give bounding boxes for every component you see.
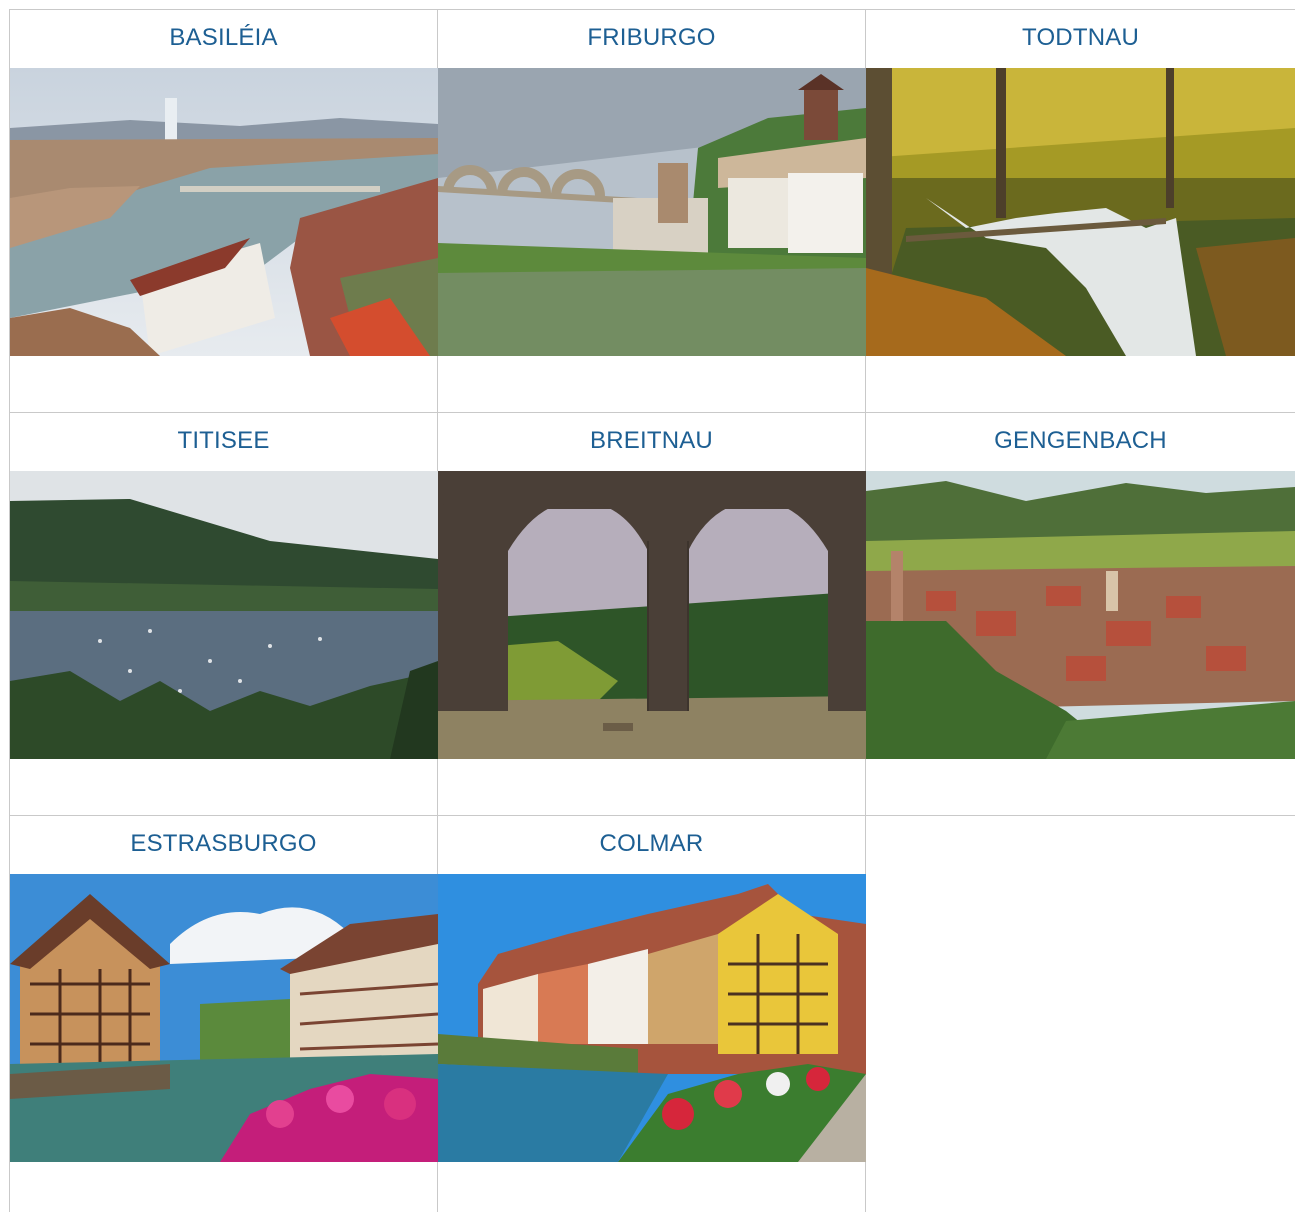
destination-photo-gengenbach[interactable]	[866, 471, 1295, 759]
destination-title-link[interactable]: GENGENBACH	[866, 413, 1295, 471]
destination-photo-estrasburgo[interactable]	[10, 874, 438, 1162]
destination-photo-colmar[interactable]	[438, 874, 866, 1162]
destination-title-link[interactable]: BREITNAU	[438, 413, 865, 471]
destination-card-basileia: BASILÉIA	[10, 10, 438, 413]
destination-title-link[interactable]: ESTRASBURGO	[10, 816, 437, 874]
destination-photo-breitnau[interactable]	[438, 471, 866, 759]
destination-card-todtnau: TODTNAU	[866, 10, 1295, 413]
destination-photo-todtnau[interactable]	[866, 68, 1295, 356]
destination-photo-friburgo[interactable]	[438, 68, 866, 356]
destination-card-friburgo: FRIBURGO	[438, 10, 866, 413]
destination-photo-titisee[interactable]	[10, 471, 438, 759]
destinations-grid: BASILÉIA FRIBURGO TODTNAU TITISEE BREITN…	[9, 9, 1295, 1212]
destination-title-link[interactable]: TODTNAU	[866, 10, 1295, 68]
destination-title-link[interactable]: BASILÉIA	[10, 10, 437, 68]
destination-title-link[interactable]: COLMAR	[438, 816, 865, 874]
destination-card-breitnau: BREITNAU	[438, 413, 866, 816]
destination-title-link[interactable]: TITISEE	[10, 413, 437, 471]
destination-card-titisee: TITISEE	[10, 413, 438, 816]
destination-photo-basileia[interactable]	[10, 68, 438, 356]
destination-card-gengenbach: GENGENBACH	[866, 413, 1295, 816]
destination-card-estrasburgo: ESTRASBURGO	[10, 816, 438, 1212]
destination-title-link[interactable]: FRIBURGO	[438, 10, 865, 68]
empty-grid-cell	[866, 816, 1295, 1212]
destination-card-colmar: COLMAR	[438, 816, 866, 1212]
